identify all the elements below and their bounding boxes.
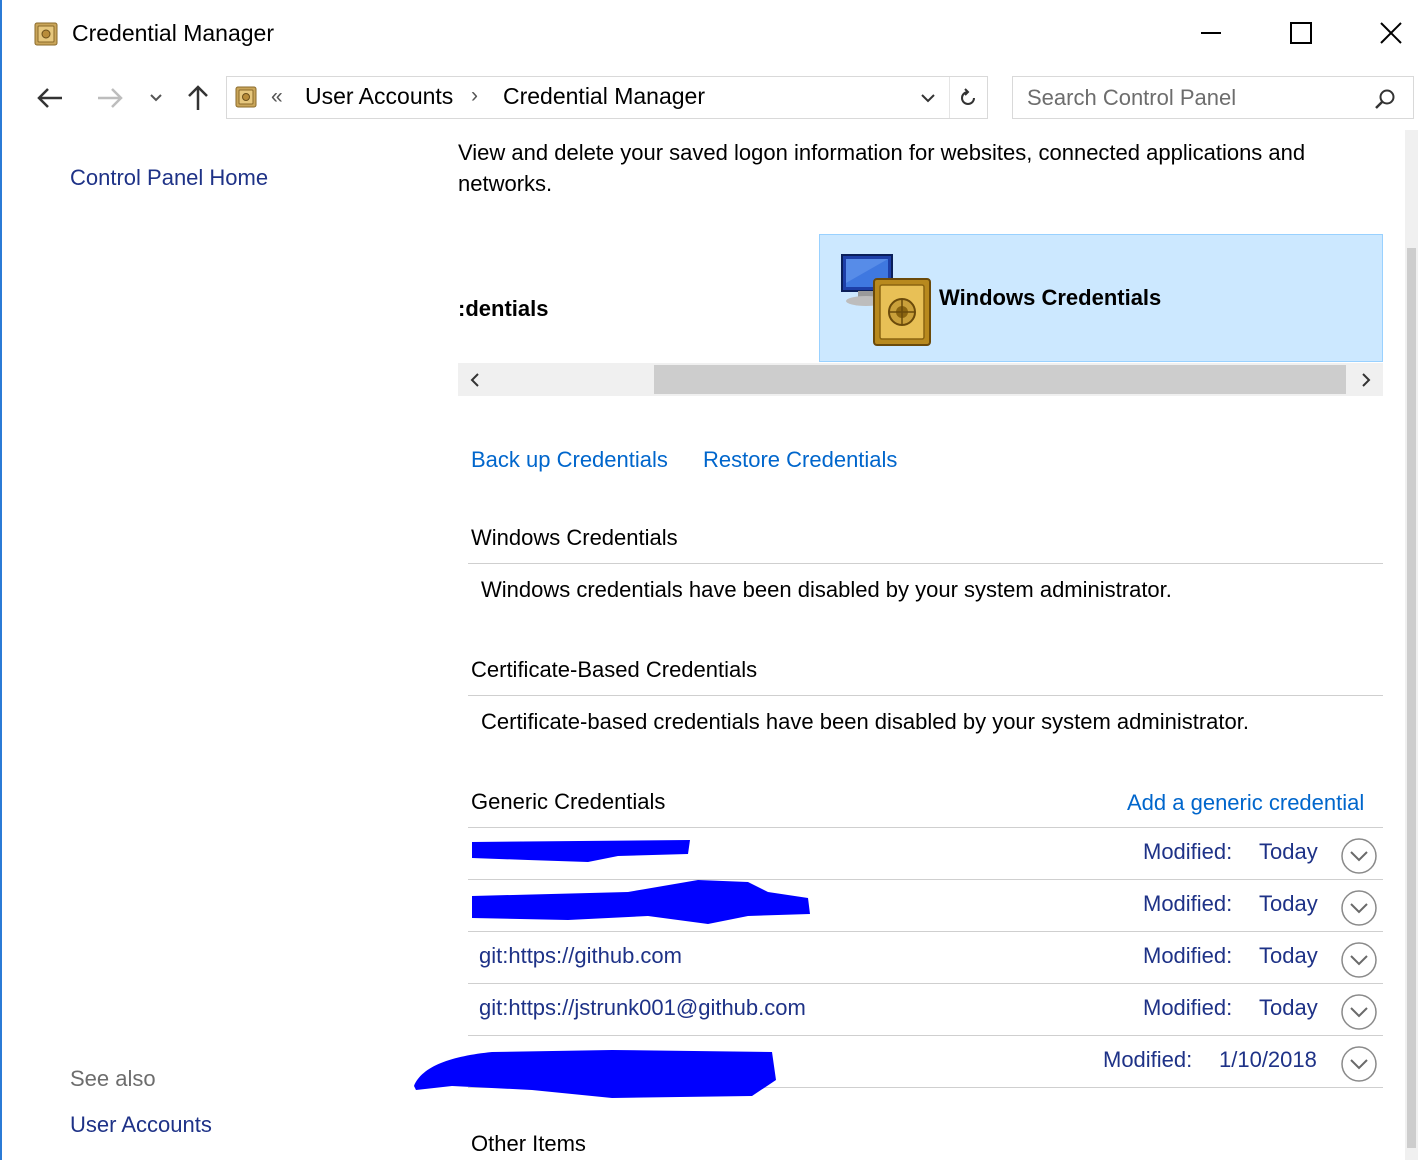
- modified-label: Modified:: [1103, 1047, 1193, 1072]
- modified-value: Today: [1259, 943, 1318, 968]
- modified-value: Today: [1259, 891, 1318, 916]
- certificate-credentials-message: Certificate-based credentials have been …: [481, 709, 1249, 734]
- backup-credentials-link[interactable]: Back up Credentials: [471, 447, 668, 473]
- arrow-up-icon: [188, 85, 208, 110]
- search-box[interactable]: [1012, 76, 1414, 119]
- see-also-label: See also: [70, 1066, 156, 1091]
- breadcrumb-separator[interactable]: ›: [471, 84, 478, 108]
- tile-web-credentials[interactable]: :dentials: [458, 296, 548, 322]
- credential-name[interactable]: git:https://github.com: [479, 943, 682, 969]
- add-generic-credential-link[interactable]: Add a generic credential: [1127, 790, 1364, 816]
- section-divider: [468, 695, 1383, 696]
- modified-value: Today: [1259, 995, 1318, 1020]
- redaction-mark: [414, 1050, 776, 1098]
- section-title-windows-credentials: Windows Credentials: [471, 525, 678, 550]
- modified-label: Modified:: [1143, 891, 1233, 916]
- restore-credentials-link[interactable]: Restore Credentials: [703, 447, 897, 473]
- chevron-left-icon: [470, 372, 479, 387]
- address-bar[interactable]: « User Accounts › Credential Manager: [226, 76, 988, 119]
- windows-credentials-vault-icon: [841, 254, 931, 346]
- minimize-button[interactable]: [1188, 10, 1234, 56]
- minimize-icon: [1201, 32, 1221, 34]
- address-dropdown-button[interactable]: [915, 85, 941, 111]
- credential-name[interactable]: git:https://jstrunk001@github.com: [479, 995, 806, 1021]
- close-button[interactable]: [1368, 10, 1414, 56]
- forward-button[interactable]: [94, 82, 126, 114]
- expand-chevron-icon[interactable]: [1340, 837, 1378, 875]
- expand-chevron-icon[interactable]: [1340, 941, 1378, 979]
- section-title-certificate-credentials: Certificate-Based Credentials: [471, 657, 758, 682]
- breadcrumb-user-accounts[interactable]: User Accounts: [305, 83, 453, 110]
- address-divider: [949, 77, 950, 118]
- credential-row[interactable]: git:https://jstrunk001@github.com Modifi…: [468, 984, 1383, 1036]
- arrow-left-icon: [37, 88, 62, 108]
- search-icon: [1375, 89, 1395, 109]
- expand-chevron-icon[interactable]: [1340, 993, 1378, 1031]
- breadcrumb-overflow[interactable]: «: [271, 85, 283, 109]
- control-panel-icon: [235, 86, 257, 108]
- horizontal-scrollbar[interactable]: [458, 363, 1383, 396]
- see-also-user-accounts-link[interactable]: User Accounts: [70, 1112, 212, 1138]
- chevron-down-icon: [150, 94, 162, 102]
- section-title-other-items: Other Items: [471, 1131, 586, 1156]
- arrow-right-icon: [98, 88, 123, 108]
- modified-label: Modified:: [1143, 995, 1233, 1020]
- expand-chevron-icon[interactable]: [1340, 889, 1378, 927]
- horizontal-scroll-thumb[interactable]: [654, 365, 1346, 394]
- back-button[interactable]: [34, 82, 66, 114]
- maximize-button[interactable]: [1278, 10, 1324, 56]
- chevron-right-icon: [1362, 372, 1371, 387]
- up-button[interactable]: [182, 82, 214, 114]
- vertical-scroll-thumb[interactable]: [1407, 248, 1416, 1148]
- maximize-icon: [1290, 22, 1312, 44]
- expand-chevron-icon[interactable]: [1340, 1045, 1378, 1083]
- breadcrumb-credential-manager[interactable]: Credential Manager: [503, 83, 705, 110]
- credential-row[interactable]: git:https://github.com Modified: Today: [468, 932, 1383, 984]
- window-title: Credential Manager: [72, 20, 275, 46]
- control-panel-home-link[interactable]: Control Panel Home: [70, 165, 268, 191]
- vertical-scrollbar[interactable]: [1405, 130, 1418, 1160]
- modified-value: Today: [1259, 839, 1318, 864]
- intro-text: View and delete your saved logon informa…: [458, 140, 1306, 196]
- title-bar[interactable]: Credential Manager: [2, 0, 1418, 68]
- window-border: [0, 0, 2, 1160]
- search-input[interactable]: [1027, 83, 1357, 113]
- modified-label: Modified:: [1143, 943, 1233, 968]
- close-icon: [1380, 22, 1402, 44]
- chevron-down-icon: [921, 94, 935, 103]
- tile-windows-credentials[interactable]: Windows Credentials: [819, 234, 1383, 362]
- refresh-icon: [961, 88, 975, 105]
- scroll-left-button[interactable]: [458, 363, 492, 396]
- recent-locations-button[interactable]: [144, 82, 168, 114]
- redaction-mark: [472, 840, 690, 862]
- modified-label: Modified:: [1143, 839, 1233, 864]
- credential-type-selector: :dentials Windows Credentials: [458, 234, 1383, 362]
- credential-manager-icon: [34, 22, 58, 46]
- section-divider: [468, 563, 1383, 564]
- search-button[interactable]: [1371, 85, 1399, 113]
- scroll-right-button[interactable]: [1349, 363, 1383, 396]
- modified-value: 1/10/2018: [1219, 1047, 1317, 1072]
- redaction-mark: [472, 880, 810, 924]
- section-title-generic-credentials: Generic Credentials: [471, 789, 666, 814]
- tile-windows-credentials-label: Windows Credentials: [939, 285, 1162, 310]
- refresh-button[interactable]: [953, 85, 983, 111]
- windows-credentials-message: Windows credentials have been disabled b…: [481, 577, 1172, 602]
